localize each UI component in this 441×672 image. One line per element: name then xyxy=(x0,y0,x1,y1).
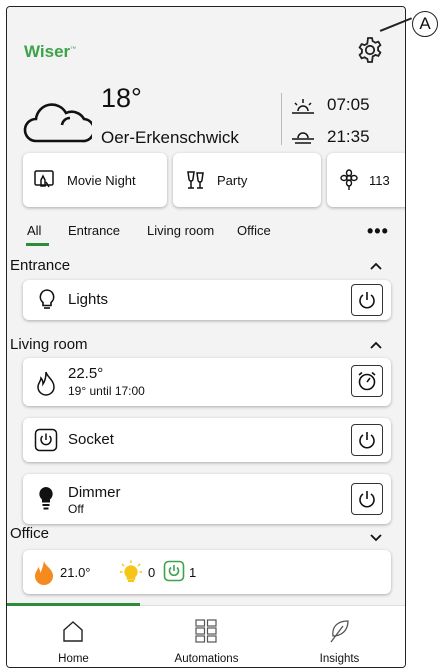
sunrise-time: 07:05 xyxy=(327,95,370,114)
office-lights-count: 0 xyxy=(148,565,156,580)
power-button[interactable] xyxy=(351,284,383,316)
light-on-icon xyxy=(120,560,142,582)
device-card-lights[interactable]: Lights xyxy=(23,280,391,320)
wiser-logo: Wiser™ xyxy=(24,42,76,62)
chevron-up-icon[interactable] xyxy=(369,340,383,350)
scene-113[interactable]: 113 xyxy=(327,153,405,207)
room-summary-office[interactable]: 21.0° 0 1 xyxy=(23,550,391,594)
grid-icon xyxy=(195,619,217,643)
tab-office[interactable]: Office xyxy=(237,223,271,238)
boost-timer-button[interactable] xyxy=(351,365,383,397)
sunrise-icon xyxy=(292,99,314,114)
power-button[interactable] xyxy=(351,424,383,456)
bulb-icon xyxy=(39,289,55,309)
header: Wiser™ 18° Oer-Erkenschwick 07:05 21:35 … xyxy=(7,7,405,217)
settings-gear-icon[interactable] xyxy=(355,35,385,65)
nav-label: Home xyxy=(58,653,89,665)
nav-home[interactable]: Home xyxy=(7,603,140,667)
tab-entrance[interactable]: Entrance xyxy=(68,223,120,238)
home-icon xyxy=(63,621,83,642)
heating-value: 22.5° xyxy=(68,365,104,382)
device-name: Dimmer xyxy=(68,484,121,501)
office-temperature: 21.0° xyxy=(60,565,91,580)
leaf-icon xyxy=(330,620,349,643)
power-icon xyxy=(359,292,375,309)
bulb-filled-icon xyxy=(39,487,53,510)
scene-label: Movie Night xyxy=(67,172,136,188)
logo-text: Wiser xyxy=(24,42,71,61)
tab-living-room[interactable]: Living room xyxy=(147,223,214,238)
active-nav-indicator xyxy=(7,603,140,606)
socket-icon xyxy=(34,428,58,452)
socket-on-icon xyxy=(163,560,185,582)
app-screen: Wiser™ 18° Oer-Erkenschwick 07:05 21:35 … xyxy=(6,6,406,668)
nav-label: Insights xyxy=(319,653,360,665)
nav-label: Automations xyxy=(174,653,239,665)
scene-movie-night[interactable]: Movie Night xyxy=(23,153,167,207)
flower-icon xyxy=(340,169,358,190)
room-tabs: All Entrance Living room Office ••• xyxy=(7,221,405,251)
office-sockets-count: 1 xyxy=(189,565,197,580)
sunset-icon xyxy=(292,132,314,144)
party-icon xyxy=(187,171,204,189)
chevron-up-icon[interactable] xyxy=(369,261,383,271)
active-tab-indicator xyxy=(26,243,49,246)
scene-label: Party xyxy=(217,172,248,188)
flame-icon xyxy=(37,371,55,396)
device-name: Socket xyxy=(68,431,114,448)
flame-filled-icon xyxy=(35,561,53,585)
weather-divider xyxy=(281,93,282,145)
device-card-dimmer[interactable]: Dimmer Off xyxy=(23,474,391,524)
location-name: Oer-Erkenschwick xyxy=(101,128,239,147)
power-button[interactable] xyxy=(351,483,383,515)
power-icon xyxy=(359,491,375,508)
section-title-office: Office xyxy=(10,525,49,542)
current-temperature: 18° xyxy=(101,83,142,113)
cloudy-weather-icon xyxy=(23,103,92,143)
timer-icon xyxy=(358,371,376,391)
more-menu-button[interactable]: ••• xyxy=(367,221,389,242)
device-card-socket[interactable]: Socket xyxy=(23,418,391,462)
chevron-down-icon[interactable] xyxy=(369,532,383,542)
heating-schedule: 19° until 17:00 xyxy=(68,384,145,398)
sunset-time: 21:35 xyxy=(327,127,370,146)
logo-trademark: ™ xyxy=(70,46,77,53)
device-card-heating[interactable]: 22.5° 19° until 17:00 xyxy=(23,358,391,406)
nav-insights[interactable]: Insights xyxy=(273,606,405,667)
section-title-entrance: Entrance xyxy=(10,257,71,274)
scene-party[interactable]: Party xyxy=(173,153,321,207)
section-title-living-room: Living room xyxy=(10,336,88,353)
scene-label: 113 xyxy=(369,172,390,188)
nav-automations[interactable]: Automations xyxy=(140,606,273,667)
device-name: Lights xyxy=(68,291,109,308)
device-status: Off xyxy=(68,502,84,516)
bottom-navigation: Home Automations Insights xyxy=(7,603,405,667)
movie-night-icon xyxy=(34,170,54,188)
tab-all[interactable]: All xyxy=(27,223,41,238)
power-icon xyxy=(359,432,375,449)
callout-marker-a: A xyxy=(412,11,438,37)
